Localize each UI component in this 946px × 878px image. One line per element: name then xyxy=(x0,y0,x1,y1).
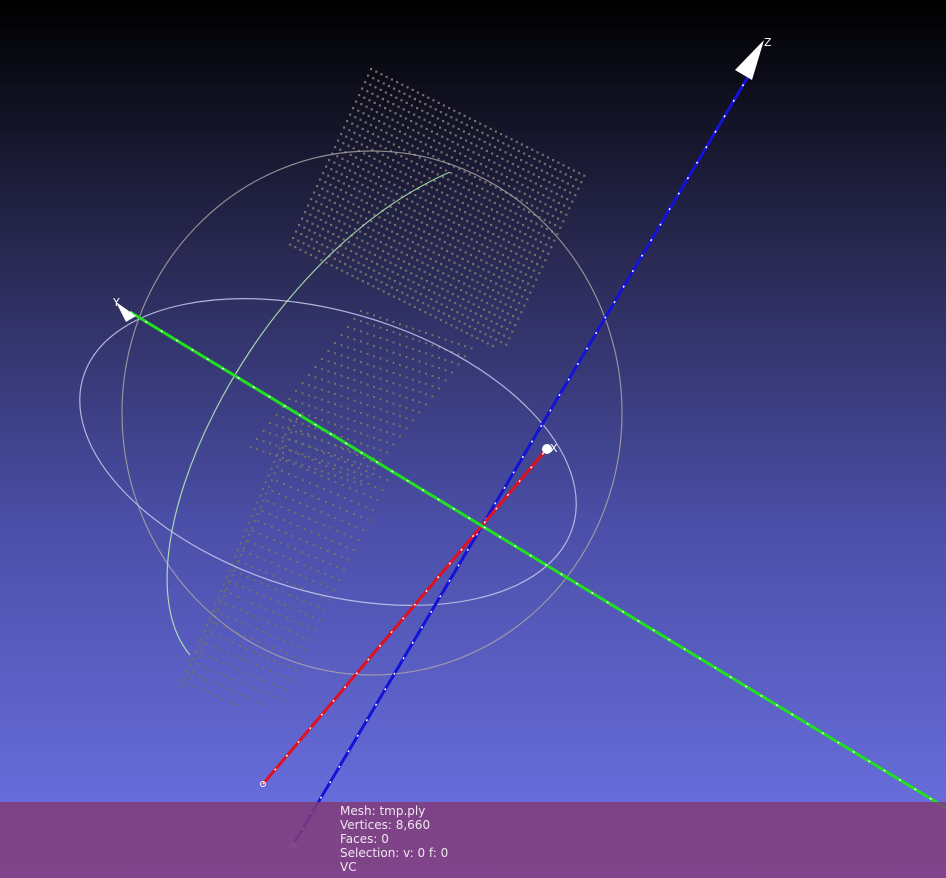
trackball-ring-green xyxy=(166,171,451,656)
scene-canvas[interactable]: Z X Y xyxy=(0,0,946,878)
z-axis-arrow-icon xyxy=(735,40,764,80)
y-axis: Y xyxy=(112,296,946,810)
x-axis-label: X xyxy=(550,442,558,455)
face-count: Faces: 0 xyxy=(340,832,389,846)
render-mode: VC xyxy=(340,860,357,874)
point-cloud xyxy=(180,68,586,706)
vertex-count: Vertices: 8,660 xyxy=(340,818,431,832)
mesh-info: Mesh: tmp.ply Vertices: 8,660 Faces: 0 S… xyxy=(340,804,448,874)
z-axis-label: Z xyxy=(764,36,772,49)
y-axis-label: Y xyxy=(112,296,120,309)
mesh-name: Mesh: tmp.ply xyxy=(340,804,426,818)
info-panel xyxy=(0,802,946,878)
selection-info: Selection: v: 0 f: 0 xyxy=(340,846,449,860)
z-axis: Z xyxy=(290,36,772,848)
